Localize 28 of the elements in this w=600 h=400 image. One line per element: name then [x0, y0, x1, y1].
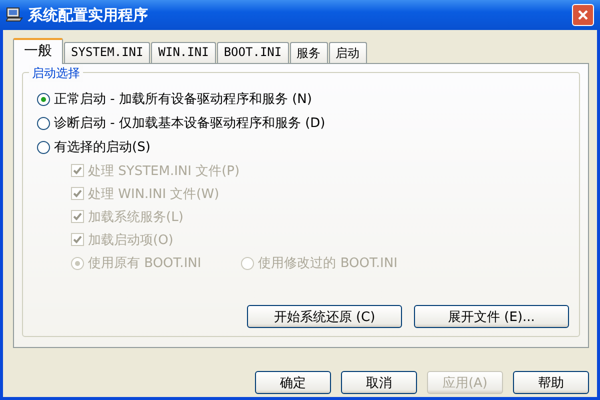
- tab[interactable]: 服务: [290, 42, 328, 63]
- checkbox-label: 加载启动项(O): [88, 232, 174, 248]
- tab[interactable]: WIN.INI: [151, 42, 216, 63]
- tab[interactable]: 一般: [13, 38, 63, 64]
- checkbox-label: 处理 WIN.INI 文件(W): [88, 186, 220, 202]
- checkbox-label: 加载系统服务(L): [88, 208, 184, 226]
- dialog-button[interactable]: 展开文件 (E)...: [414, 305, 569, 328]
- radio-button[interactable]: [37, 140, 50, 154]
- window-title: 系统配置实用程序: [28, 6, 149, 24]
- tab[interactable]: BOOT.INI: [216, 42, 289, 63]
- radio-button[interactable]: [37, 92, 50, 106]
- checkbox-label: 处理 SYSTEM.INI 文件(P): [88, 162, 240, 180]
- radio-label: 使用原有 BOOT.INI: [88, 255, 202, 272]
- close-button[interactable]: [572, 4, 594, 26]
- dialog-button[interactable]: 帮助: [513, 371, 589, 394]
- tab[interactable]: 启动: [328, 42, 367, 63]
- dialog-button[interactable]: 取消: [341, 371, 417, 394]
- radio-label: 使用修改过的 BOOT.INI: [258, 255, 398, 272]
- tab[interactable]: SYSTEM.INI: [64, 42, 150, 63]
- radio-label: 有选择的启动(S): [54, 139, 150, 156]
- dialog-button[interactable]: 确定: [255, 371, 331, 394]
- computer-icon: [6, 7, 24, 23]
- radio-button[interactable]: [37, 116, 50, 130]
- dialog-button[interactable]: 开始系统还原 (C): [247, 305, 402, 328]
- radio-label: 诊断启动 - 仅加载基本设备驱动程序和服务 (D): [54, 115, 326, 132]
- close-icon: [577, 9, 589, 21]
- group-title: 启动选择: [29, 65, 83, 82]
- radio-label: 正常启动 - 加载所有设备驱动程序和服务 (N): [54, 91, 312, 108]
